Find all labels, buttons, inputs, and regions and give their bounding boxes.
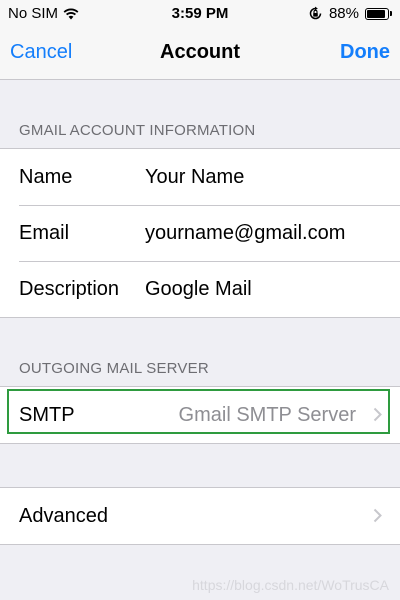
chevron-right-icon [373, 407, 382, 422]
account-info-group: Name Your Name Email yourname@gmail.com … [0, 148, 400, 318]
name-row[interactable]: Name Your Name [0, 149, 400, 205]
description-field[interactable]: Google Mail [145, 278, 252, 301]
smtp-row[interactable]: SMTP Gmail SMTP Server [0, 387, 400, 443]
account-section-header: GMAIL ACCOUNT INFORMATION [19, 122, 256, 139]
outgoing-section-header: OUTGOING MAIL SERVER [19, 360, 209, 377]
outgoing-server-group: SMTP Gmail SMTP Server [0, 386, 400, 444]
email-row[interactable]: Email yourname@gmail.com [0, 205, 400, 261]
battery-percent: 88% [328, 5, 359, 22]
description-row[interactable]: Description Google Mail [0, 261, 400, 317]
battery-body [365, 7, 389, 20]
status-indicators: 88% [308, 5, 392, 22]
battery-tip [390, 11, 392, 16]
orientation-lock-icon [309, 6, 322, 20]
advanced-label: Advanced [19, 504, 108, 527]
smtp-value: Gmail SMTP Server [178, 403, 356, 426]
status-bar: No SIM 3:59 PM 88% [0, 0, 400, 28]
advanced-group: Advanced [0, 487, 400, 545]
advanced-row[interactable]: Advanced [0, 488, 400, 544]
navigation-bar: Cancel Account Done [0, 28, 400, 80]
watermark: https://blog.csdn.net/WoTrusCA [192, 577, 389, 593]
email-label: Email [19, 221, 70, 244]
battery-icon [365, 7, 392, 20]
cancel-button[interactable]: Cancel [10, 41, 72, 64]
battery-fill [367, 9, 385, 18]
name-field[interactable]: Your Name [145, 166, 244, 189]
description-label: Description [19, 277, 120, 300]
chevron-right-icon [373, 508, 382, 523]
done-button[interactable]: Done [340, 41, 390, 64]
smtp-label: SMTP [19, 403, 75, 426]
email-field[interactable]: yourname@gmail.com [145, 222, 345, 245]
name-label: Name [19, 165, 73, 188]
account-settings-screen: No SIM 3:59 PM 88% Cancel Account Done G… [0, 0, 400, 600]
